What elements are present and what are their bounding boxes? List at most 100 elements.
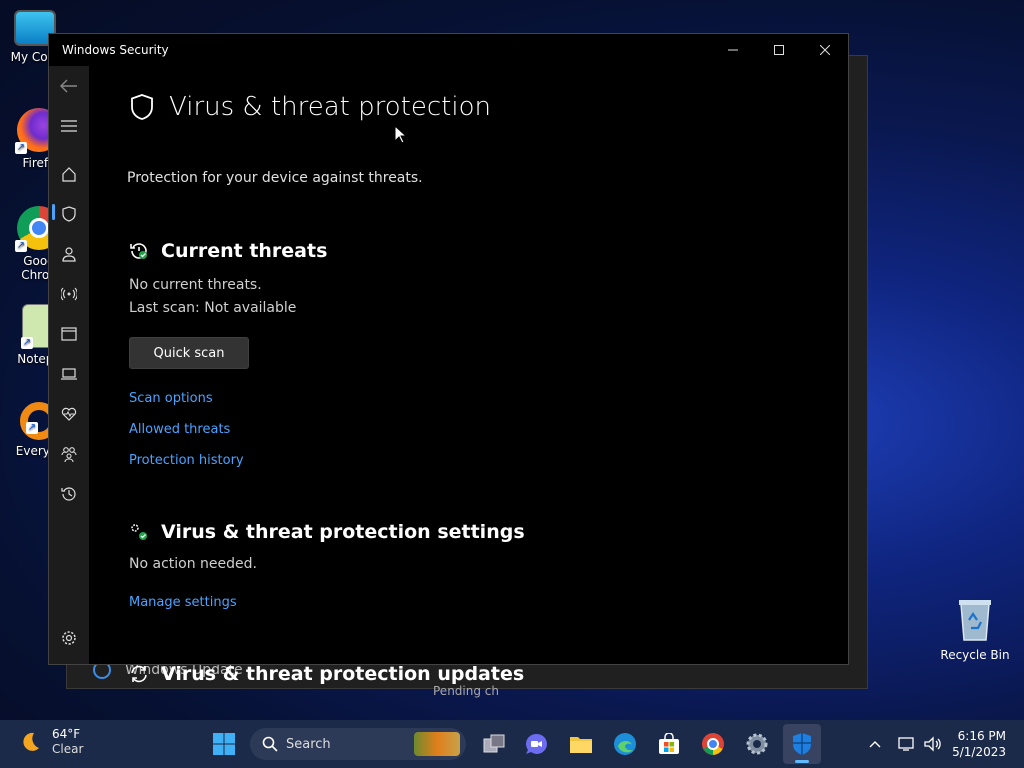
nav-device-security[interactable] [57, 362, 81, 386]
chrome-taskbar-button[interactable] [697, 728, 729, 760]
clock[interactable]: 6:16 PM 5/1/2023 [952, 728, 1006, 760]
protection-updates-heading: Virus & threat protection updates [129, 663, 524, 685]
clock-date: 5/1/2023 [952, 745, 1006, 759]
title-bar[interactable]: Windows Security [49, 34, 848, 66]
navigation-sidebar [49, 66, 89, 664]
taskbar: 64°F Clear Search 6:16 PM 5/1/2023 [0, 720, 1024, 768]
active-indicator [52, 204, 55, 220]
windows-start-icon [213, 733, 235, 755]
mouse-cursor-icon [394, 125, 406, 144]
history-icon [61, 487, 76, 501]
app-browser-icon [61, 327, 77, 341]
task-view-icon [483, 734, 505, 753]
clock-time: 6:16 PM [957, 729, 1006, 743]
nav-virus-protection[interactable] [57, 202, 81, 226]
section-title: Virus & threat protection settings [161, 521, 525, 543]
quick-scan-button[interactable]: Quick scan [129, 337, 249, 369]
shortcut-arrow-icon: ↗ [26, 422, 38, 434]
nav-firewall[interactable] [57, 282, 81, 306]
search-label: Search [286, 736, 331, 752]
window-title: Windows Security [62, 43, 169, 57]
show-hidden-icons-button[interactable] [868, 720, 882, 768]
menu-button[interactable] [57, 114, 81, 138]
maximize-icon [774, 45, 784, 55]
recycle-bin[interactable]: Recycle Bin [940, 598, 1010, 662]
current-threats-heading: Current threats [129, 240, 327, 262]
update-refresh-icon [131, 665, 147, 683]
windows-security-window[interactable]: Windows Security Virus & threat protecti… [48, 33, 849, 685]
nav-protection-history[interactable] [57, 482, 81, 506]
nav-app-browser[interactable] [57, 322, 81, 346]
health-icon [61, 407, 77, 421]
shortcut-arrow-icon: ↗ [15, 142, 27, 154]
weather-description: Clear [52, 742, 84, 756]
gear-icon [746, 733, 768, 755]
start-button[interactable] [208, 728, 240, 760]
page-title: Virus & threat protection [169, 92, 491, 122]
nav-home[interactable] [57, 162, 81, 186]
system-tray[interactable] [898, 720, 942, 768]
nav-settings[interactable] [57, 626, 81, 650]
back-arrow-icon [60, 79, 77, 93]
network-icon [898, 737, 914, 751]
search-icon [262, 736, 278, 752]
windows-security-taskbar-button[interactable] [783, 724, 821, 764]
nav-family-options[interactable] [57, 442, 81, 466]
moon-icon [23, 732, 39, 751]
shield-icon [62, 206, 76, 222]
settings-status-text: No action needed. [129, 556, 257, 572]
task-view-button[interactable] [478, 728, 510, 760]
page-heading: Virus & threat protection [129, 92, 491, 122]
hamburger-icon [61, 120, 77, 132]
family-icon [61, 447, 77, 462]
back-button[interactable] [57, 74, 81, 98]
manage-settings-link[interactable]: Manage settings [129, 595, 237, 610]
weather-temperature: 64°F [52, 727, 81, 741]
search-highlight-image [414, 732, 460, 756]
protection-settings-heading: Virus & threat protection settings [129, 521, 525, 543]
firewall-icon [61, 287, 77, 301]
shortcut-arrow-icon: ↗ [15, 240, 27, 252]
protection-history-link[interactable]: Protection history [129, 453, 244, 468]
volume-icon [924, 736, 941, 752]
partial-text: Pending ch [433, 684, 499, 698]
chevron-up-icon [869, 741, 881, 748]
edge-icon [614, 733, 636, 755]
teams-chat-button[interactable] [520, 728, 552, 760]
shortcut-arrow-icon: ↗ [21, 337, 33, 349]
threat-history-icon [130, 243, 147, 259]
settings-taskbar-button[interactable] [741, 728, 773, 760]
file-explorer-button[interactable] [565, 728, 597, 760]
recycle-bin-label: Recycle Bin [940, 648, 1010, 662]
folder-icon [570, 737, 592, 753]
settings-icon [62, 631, 76, 645]
chat-icon [526, 733, 547, 754]
page-subtitle: Protection for your device against threa… [127, 170, 423, 186]
store-button[interactable] [653, 728, 685, 760]
chrome-icon [702, 733, 724, 755]
last-scan-text: Last scan: Not available [129, 300, 297, 316]
nav-device-health[interactable] [57, 402, 81, 426]
settings-gears-icon [131, 524, 147, 540]
account-icon [62, 247, 76, 262]
nav-account-protection[interactable] [57, 242, 81, 266]
home-icon [62, 167, 76, 182]
minimize-icon [728, 49, 738, 51]
scan-options-link[interactable]: Scan options [129, 391, 213, 406]
close-icon [820, 45, 830, 55]
store-icon [659, 733, 679, 754]
minimize-button[interactable] [710, 34, 756, 66]
shield-icon [131, 94, 153, 120]
allowed-threats-link[interactable]: Allowed threats [129, 422, 230, 437]
main-content: Virus & threat protection Protection for… [127, 66, 848, 685]
edge-button[interactable] [609, 728, 641, 760]
threat-status-text: No current threats. [129, 277, 262, 293]
running-indicator [795, 760, 809, 763]
maximize-button[interactable] [756, 34, 802, 66]
section-title: Virus & threat protection updates [161, 663, 525, 685]
close-button[interactable] [802, 34, 848, 66]
section-title: Current threats [161, 240, 328, 262]
recycle-bin-icon [959, 600, 991, 641]
taskbar-search[interactable]: Search [250, 728, 466, 760]
weather-widget[interactable]: 64°F Clear [18, 727, 83, 757]
